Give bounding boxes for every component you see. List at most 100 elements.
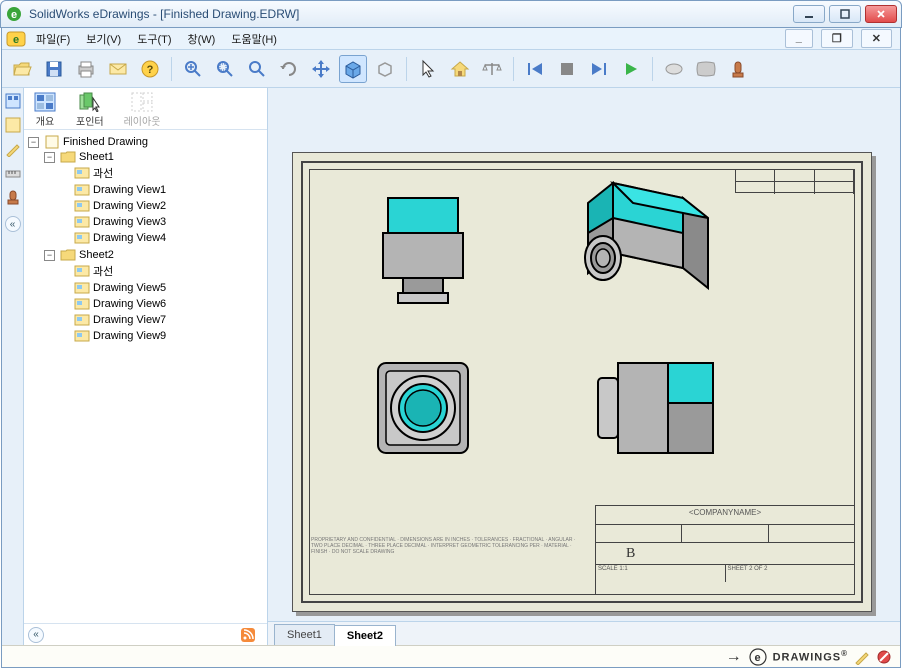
view-icon — [74, 231, 90, 245]
window-titlebar: e SolidWorks eDrawings - [Finished Drawi… — [0, 0, 902, 28]
window-controls — [793, 5, 897, 23]
side-collapse[interactable]: « — [28, 627, 44, 643]
stop-button[interactable] — [553, 55, 581, 83]
mdi-restore[interactable]: ❐ — [821, 29, 853, 48]
overview-tool[interactable]: 개요 — [30, 90, 60, 130]
status-block-icon[interactable] — [876, 649, 892, 665]
status-pencil-icon[interactable] — [854, 649, 870, 665]
collapse-icon[interactable]: − — [44, 152, 55, 163]
status-bar: → e DRAWINGS® — [2, 645, 900, 667]
menu-view[interactable]: 보기(V) — [78, 28, 129, 50]
side-panel: 개요 포인터 레이아웃 − Finished — [24, 88, 268, 645]
view-icon — [74, 215, 90, 229]
tree-sheet2[interactable]: − Sheet2 — [44, 248, 265, 262]
tree-item[interactable]: Drawing View9 — [60, 329, 265, 343]
tree-item[interactable]: Drawing View2 — [60, 199, 265, 213]
feature-tree[interactable]: − Finished Drawing − Sheet1 — [24, 130, 267, 623]
first-button[interactable] — [521, 55, 549, 83]
drawing-view-iso — [573, 173, 723, 323]
tree-item[interactable]: Drawing View4 — [60, 231, 265, 245]
open-button[interactable] — [8, 55, 36, 83]
scales-button[interactable] — [478, 55, 506, 83]
mail-button[interactable] — [104, 55, 132, 83]
main-toolbar: ? — [2, 50, 900, 88]
shaded-button[interactable] — [339, 55, 367, 83]
menu-help[interactable]: 도움말(H) — [223, 28, 285, 50]
drawing-view-side — [593, 353, 723, 463]
drawing-sheet: PROPRIETARY AND CONFIDENTIAL · DIMENSION… — [292, 152, 872, 612]
rss-icon[interactable] — [241, 628, 255, 642]
drawing-view-top — [368, 353, 478, 463]
help-button[interactable]: ? — [136, 55, 164, 83]
mdi-controls: _ ❐ ✕ — [785, 29, 896, 48]
markup2-button[interactable] — [692, 55, 720, 83]
sheet-size: B — [596, 542, 854, 564]
strip-pencil-icon[interactable] — [4, 140, 22, 158]
menu-window[interactable]: 창(W) — [180, 28, 224, 50]
strip-measure-icon[interactable] — [4, 164, 22, 182]
tree-root[interactable]: − Finished Drawing — [28, 135, 265, 149]
rotate-button[interactable] — [275, 55, 303, 83]
view-icon — [74, 281, 90, 295]
tree-item[interactable]: Drawing View7 — [60, 313, 265, 327]
revision-table — [735, 169, 855, 193]
menu-file[interactable]: 파일(F) — [28, 28, 78, 50]
mdi-close[interactable]: ✕ — [861, 29, 892, 48]
tree-item[interactable]: Drawing View3 — [60, 215, 265, 229]
menubar: 파일(F) 보기(V) 도구(T) 창(W) 도움말(H) — [28, 28, 285, 50]
mdi-minimize[interactable]: _ — [785, 29, 813, 48]
select-button[interactable] — [414, 55, 442, 83]
drawing-view-front — [373, 193, 473, 313]
brand-label: → e DRAWINGS® — [726, 648, 848, 666]
tree-item[interactable]: Drawing View5 — [60, 281, 265, 295]
save-button[interactable] — [40, 55, 68, 83]
view-icon — [74, 313, 90, 327]
stamp-button[interactable] — [724, 55, 752, 83]
pan-button[interactable] — [307, 55, 335, 83]
home-button[interactable] — [446, 55, 474, 83]
play-button[interactable] — [617, 55, 645, 83]
drawing-notes: PROPRIETARY AND CONFIDENTIAL · DIMENSION… — [309, 535, 589, 595]
wireframe-button[interactable] — [371, 55, 399, 83]
tree-item[interactable]: Drawing View1 — [60, 183, 265, 197]
company-name: <COMPANYNAME> — [596, 506, 854, 524]
view-icon — [74, 329, 90, 343]
tree-sheet2-label: Sheet2 — [79, 249, 114, 261]
tree-root-label: Finished Drawing — [63, 136, 148, 148]
zoom-fit-button[interactable] — [243, 55, 271, 83]
sheet-tabs: Sheet1 Sheet2 — [268, 621, 900, 645]
pointer-tool[interactable]: 포인터 — [72, 90, 108, 130]
viewport-column: PROPRIETARY AND CONFIDENTIAL · DIMENSION… — [268, 88, 900, 645]
menubar-row: e 파일(F) 보기(V) 도구(T) 창(W) 도움말(H) _ ❐ ✕ — [2, 28, 900, 50]
view-icon — [74, 264, 90, 278]
tree-item[interactable]: Drawing View6 — [60, 297, 265, 311]
tree-item[interactable]: 과선 — [60, 165, 265, 181]
close-button[interactable] — [865, 5, 897, 23]
strip-stamp-icon[interactable] — [4, 188, 22, 206]
tree-sheet1[interactable]: − Sheet1 — [44, 150, 265, 164]
collapse-icon[interactable]: − — [28, 137, 39, 148]
strip-overview-icon[interactable] — [4, 92, 22, 110]
collapse-icon[interactable]: − — [44, 250, 55, 261]
sheet-tab-2[interactable]: Sheet2 — [334, 625, 396, 646]
last-button[interactable] — [585, 55, 613, 83]
strip-collapse[interactable]: « — [5, 216, 21, 232]
left-tool-strip: « — [2, 88, 24, 645]
view-icon — [74, 166, 90, 180]
doc-icon — [44, 135, 60, 149]
layout-tool: 레이아웃 — [120, 90, 165, 130]
tree-item[interactable]: 과선 — [60, 263, 265, 279]
zoom-area-button[interactable] — [211, 55, 239, 83]
markup1-button[interactable] — [660, 55, 688, 83]
print-button[interactable] — [72, 55, 100, 83]
svg-text:e: e — [13, 34, 19, 46]
sheet-tab-1[interactable]: Sheet1 — [274, 624, 335, 645]
maximize-button[interactable] — [829, 5, 861, 23]
menu-tools[interactable]: 도구(T) — [129, 28, 179, 50]
minimize-button[interactable] — [793, 5, 825, 23]
folder-icon — [60, 248, 76, 262]
zoom-in-button[interactable] — [179, 55, 207, 83]
window-title: SolidWorks eDrawings - [Finished Drawing… — [29, 7, 299, 21]
drawing-viewport[interactable]: PROPRIETARY AND CONFIDENTIAL · DIMENSION… — [268, 88, 900, 621]
strip-dim-icon[interactable] — [4, 116, 22, 134]
